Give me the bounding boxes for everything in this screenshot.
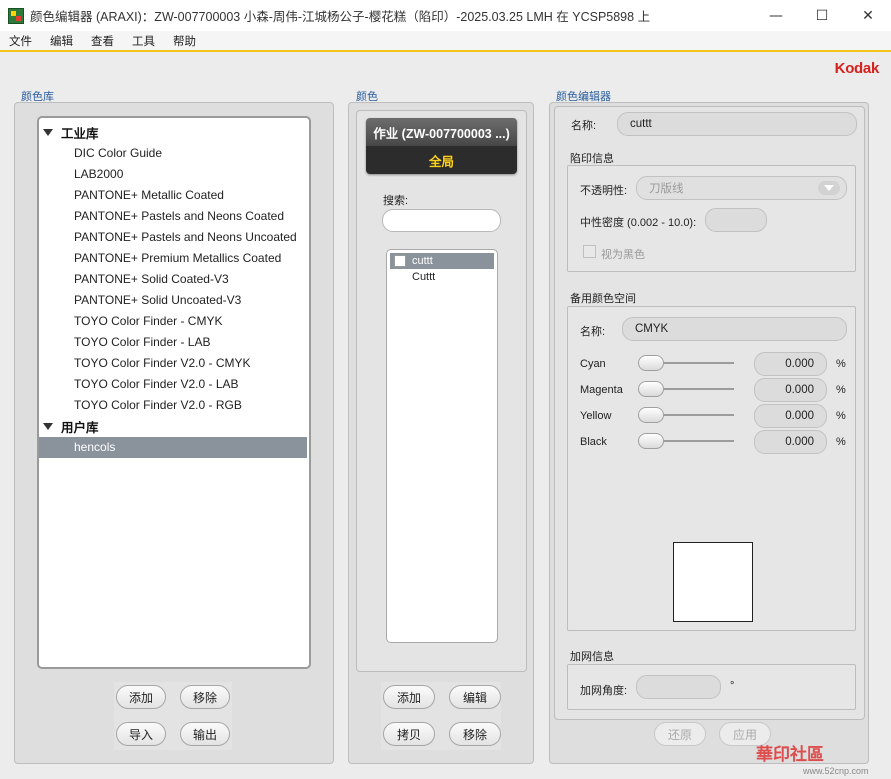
- neutral-density-field[interactable]: [705, 208, 767, 232]
- watermark-site: www.52cnp.com: [803, 766, 869, 776]
- black-unit: %: [836, 436, 846, 448]
- tree-item[interactable]: TOYO Color Finder V2.0 - LAB: [39, 374, 309, 395]
- color-add-button[interactable]: 添加: [383, 685, 435, 709]
- menu-help[interactable]: 帮助: [164, 33, 205, 49]
- search-input[interactable]: [382, 209, 501, 232]
- magenta-unit: %: [836, 384, 846, 396]
- tree-group-user[interactable]: 用户库: [39, 416, 309, 437]
- tree-item[interactable]: PANTONE+ Pastels and Neons Coated: [39, 206, 309, 227]
- opacity-value: 刀版线: [649, 183, 684, 195]
- expand-triangle-icon[interactable]: [43, 423, 53, 430]
- tree-item-selected[interactable]: hencols: [39, 437, 307, 458]
- library-export-button[interactable]: 输出: [180, 722, 230, 746]
- tree-item[interactable]: PANTONE+ Metallic Coated: [39, 185, 309, 206]
- tree-item[interactable]: TOYO Color Finder - CMYK: [39, 311, 309, 332]
- cyan-value-field[interactable]: 0.000: [754, 352, 827, 376]
- color-list-item-selected[interactable]: cuttt: [390, 253, 494, 269]
- trap-section-label: 陷印信息: [570, 153, 614, 165]
- color-edit-button[interactable]: 编辑: [449, 685, 501, 709]
- tree-group-industry[interactable]: 工业库: [39, 122, 309, 143]
- alt-name-label: 名称:: [580, 326, 606, 338]
- library-add-button[interactable]: 添加: [116, 685, 166, 709]
- library-import-button[interactable]: 导入: [116, 722, 166, 746]
- screen-angle-field[interactable]: [636, 675, 721, 699]
- menu-view[interactable]: 查看: [82, 33, 123, 49]
- menu-tools[interactable]: 工具: [123, 33, 164, 49]
- color-preview-swatch: [673, 542, 753, 622]
- watermark-logo: 華印社區: [756, 745, 824, 764]
- window-title: 颜色编辑器 (ARAXI)：ZW-007700003 小森-周伟-江城杨公子-樱…: [30, 10, 651, 24]
- tree-item[interactable]: PANTONE+ Pastels and Neons Uncoated: [39, 227, 309, 248]
- degree-unit: °: [730, 680, 735, 692]
- tree-item[interactable]: LAB2000: [39, 164, 309, 185]
- neutral-density-label: 中性密度 (0.002 - 10.0):: [580, 217, 697, 229]
- tree-item[interactable]: TOYO Color Finder - LAB: [39, 332, 309, 353]
- channel-label-yellow: Yellow: [580, 410, 612, 422]
- screen-section-label: 加网信息: [570, 651, 614, 663]
- opacity-label: 不透明性:: [580, 185, 628, 197]
- job-title: 作业 (ZW-007700003 ...): [366, 118, 517, 146]
- channel-label-cyan: Cyan: [580, 358, 606, 370]
- color-list-item[interactable]: Cuttt: [390, 269, 494, 285]
- maximize-button[interactable]: ☐: [799, 0, 845, 31]
- tree-item[interactable]: PANTONE+ Solid Coated-V3: [39, 269, 309, 290]
- yellow-value-field[interactable]: 0.000: [754, 404, 827, 428]
- library-remove-button[interactable]: 移除: [180, 685, 230, 709]
- alt-name-field[interactable]: CMYK: [622, 317, 847, 341]
- color-copy-button[interactable]: 拷贝: [383, 722, 435, 746]
- minimize-button[interactable]: —: [753, 0, 799, 31]
- treat-as-black-label: 视为黑色: [601, 249, 645, 261]
- editor-name-field[interactable]: cuttt: [617, 112, 857, 136]
- yellow-unit: %: [836, 410, 846, 422]
- color-list[interactable]: cuttt Cuttt: [386, 249, 498, 643]
- opacity-dropdown[interactable]: 刀版线: [636, 176, 847, 200]
- color-swatch: [394, 255, 406, 267]
- job-header[interactable]: 作业 (ZW-007700003 ...) 全局: [366, 118, 517, 174]
- magenta-slider-knob[interactable]: [638, 381, 664, 397]
- black-value-field[interactable]: 0.000: [754, 430, 827, 454]
- tree-item[interactable]: PANTONE+ Solid Uncoated-V3: [39, 290, 309, 311]
- tree-item[interactable]: DIC Color Guide: [39, 143, 309, 164]
- kodak-logo: Kodak: [834, 60, 880, 77]
- revert-button[interactable]: 还原: [654, 722, 706, 746]
- screen-angle-label: 加网角度:: [580, 685, 628, 697]
- chevron-down-icon[interactable]: [818, 181, 840, 195]
- close-button[interactable]: ✕: [845, 0, 891, 31]
- color-name: Cuttt: [412, 271, 436, 283]
- editor-name-label: 名称:: [571, 120, 597, 132]
- menu-file[interactable]: 文件: [0, 33, 41, 49]
- cyan-unit: %: [836, 358, 846, 370]
- job-scope: 全局: [366, 146, 517, 174]
- black-slider-knob[interactable]: [638, 433, 664, 449]
- tree-group-label: 工业库: [61, 127, 99, 141]
- window-controls: — ☐ ✕: [753, 0, 891, 31]
- color-remove-button[interactable]: 移除: [449, 722, 501, 746]
- search-label: 搜索:: [383, 195, 409, 207]
- library-tree[interactable]: 工业库 DIC Color Guide LAB2000 PANTONE+ Met…: [37, 116, 311, 669]
- menu-bar: 文件 编辑 查看 工具 帮助: [0, 31, 891, 52]
- app-icon: [8, 7, 24, 24]
- alt-space-section-label: 备用颜色空间: [570, 293, 636, 305]
- tree-item[interactable]: TOYO Color Finder V2.0 - RGB: [39, 395, 309, 416]
- channel-label-black: Black: [580, 436, 607, 448]
- tree-item[interactable]: TOYO Color Finder V2.0 - CMYK: [39, 353, 309, 374]
- cyan-slider-knob[interactable]: [638, 355, 664, 371]
- treat-as-black-checkbox[interactable]: [583, 245, 596, 258]
- tree-item[interactable]: PANTONE+ Premium Metallics Coated: [39, 248, 309, 269]
- magenta-value-field[interactable]: 0.000: [754, 378, 827, 402]
- expand-triangle-icon[interactable]: [43, 129, 53, 136]
- tree-group-label: 用户库: [61, 421, 99, 435]
- color-name: cuttt: [412, 255, 433, 267]
- channel-label-magenta: Magenta: [580, 384, 623, 396]
- menu-edit[interactable]: 编辑: [41, 33, 82, 49]
- title-bar: 颜色编辑器 (ARAXI)：ZW-007700003 小森-周伟-江城杨公子-樱…: [0, 0, 891, 31]
- yellow-slider-knob[interactable]: [638, 407, 664, 423]
